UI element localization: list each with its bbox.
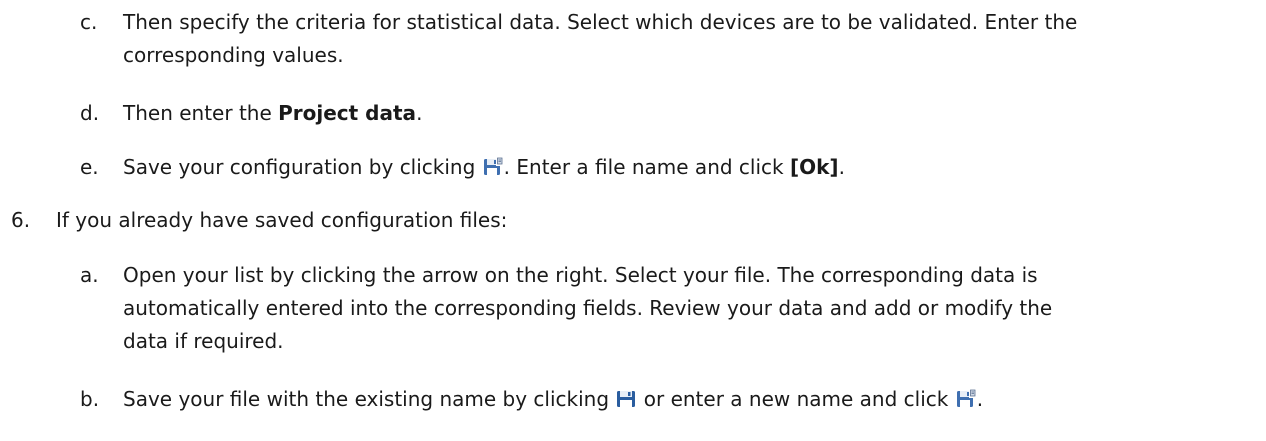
step-a-text: Open your list by clicking the arrow on …	[123, 259, 1243, 358]
step-c-line1: Then specify the criteria for statistica…	[123, 10, 1078, 34]
step-6-marker: 6.	[11, 208, 31, 232]
step-d-text-before: Then enter the	[123, 101, 279, 125]
step-d-marker: d.	[80, 101, 100, 125]
step-a-marker: a.	[80, 263, 99, 287]
step-e-marker: e.	[80, 155, 99, 179]
step-b-marker: b.	[80, 387, 100, 411]
step-a-line1: Open your list by clicking the arrow on …	[123, 263, 1038, 287]
step-d-text-after: .	[416, 101, 423, 125]
step-e-bold: [Ok]	[789, 155, 839, 179]
step-e-text-middle: . Enter a file name and click	[503, 155, 790, 179]
step-e-text-after: .	[838, 155, 845, 179]
step-d-bold: Project data	[278, 101, 417, 125]
save-icon	[616, 389, 636, 409]
step-6-text: If you already have saved configuration …	[56, 208, 508, 232]
save-as-icon	[483, 157, 503, 177]
step-d-text: Then enter the Project data.	[123, 97, 1243, 130]
save-as-icon	[956, 389, 976, 409]
step-e-text-before: Save your configuration by clicking	[123, 155, 482, 179]
step-c-marker: c.	[80, 10, 98, 34]
step-c-line2: corresponding values.	[123, 43, 344, 67]
step-b-text: Save your file with the existing name by…	[123, 383, 1243, 416]
step-a-line2: automatically entered into the correspon…	[123, 296, 1053, 320]
step-e-text: Save your configuration by clicking . En…	[123, 151, 1243, 184]
step-c-text: Then specify the criteria for statistica…	[123, 6, 1243, 72]
step-b-text-after: .	[976, 387, 984, 411]
step-a-line3: data if required.	[123, 329, 284, 353]
step-b-text-before: Save your file with the existing name by…	[123, 387, 616, 411]
step-b-text-middle: or enter a new name and click	[637, 387, 955, 411]
